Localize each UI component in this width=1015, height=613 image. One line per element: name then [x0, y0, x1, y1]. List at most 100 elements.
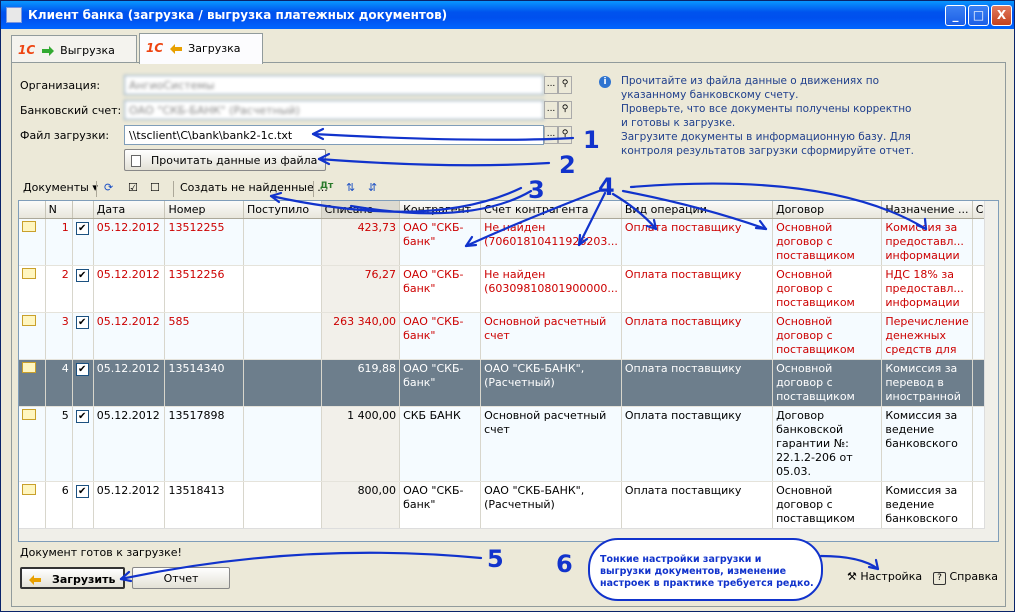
row-counterparty-account[interactable]: Не найден (60309810801900000... — [480, 265, 622, 313]
row-spent[interactable]: 800,00 — [321, 481, 401, 529]
row-purpose[interactable]: Комиссия за перевод в иностранной — [881, 359, 973, 407]
column-header[interactable]: Номер — [164, 201, 244, 219]
row-doc-icon[interactable] — [19, 218, 46, 266]
row-doc-icon[interactable] — [19, 265, 46, 313]
row-contract[interactable]: Основной договор с поставщиком — [772, 312, 883, 360]
row-doc-icon[interactable] — [19, 359, 46, 407]
row-date[interactable]: 05.12.2012 — [93, 218, 166, 266]
row-purpose[interactable]: Комиссия за предоставл... информации — [881, 218, 973, 266]
row-received[interactable] — [243, 218, 322, 266]
table-row[interactable]: 6 ✔ 05.12.2012 13518413 800,00 ОАО "СКБ-банк"… — [19, 481, 998, 529]
row-date[interactable]: 05.12.2012 — [93, 265, 166, 313]
row-counterparty[interactable]: ОАО "СКБ-банк" — [399, 481, 482, 529]
checkbox-checked-icon[interactable]: ✔ — [75, 363, 89, 376]
documents-menu[interactable]: Документы ▾ — [23, 181, 98, 194]
row-counterparty-account[interactable]: ОАО "СКБ-БАНК", (Расчетный) — [480, 359, 622, 407]
row-counterparty[interactable]: ОАО "СКБ-банк" — [399, 265, 482, 313]
row-contract[interactable]: Основной договор с поставщиком — [772, 218, 883, 266]
column-header[interactable] — [72, 201, 94, 219]
table-row[interactable]: 5 ✔ 05.12.2012 13517898 1 400,00 СКБ БАНК Осно… — [19, 406, 998, 482]
row-spent[interactable]: 76,27 — [321, 265, 401, 313]
column-header[interactable]: Дата — [93, 201, 166, 219]
minimize-button[interactable]: _ — [945, 5, 966, 26]
row-spent[interactable]: 423,73 — [321, 218, 401, 266]
load-button[interactable]: Загрузить — [20, 567, 125, 589]
row-checkbox[interactable]: ✔ — [72, 406, 94, 482]
bank-account-select-button[interactable]: ... — [544, 101, 558, 119]
row-received[interactable] — [243, 359, 322, 407]
column-header[interactable] — [19, 201, 46, 219]
row-counterparty[interactable]: СКБ БАНК — [399, 406, 482, 482]
row-spent[interactable]: 1 400,00 — [321, 406, 401, 482]
row-operation[interactable]: Оплата поставщику — [621, 406, 774, 482]
row-doc-number[interactable]: 13512255 — [164, 218, 244, 266]
report-button[interactable]: Отчет — [132, 567, 230, 589]
row-number[interactable]: 3 — [45, 312, 73, 360]
checkbox-checked-icon[interactable]: ✔ — [75, 410, 89, 423]
row-checkbox[interactable]: ✔ — [72, 312, 94, 360]
row-operation[interactable]: Оплата поставщику — [621, 265, 774, 313]
row-doc-icon[interactable] — [19, 406, 46, 482]
row-date[interactable]: 05.12.2012 — [93, 312, 166, 360]
column-header[interactable]: Вид операции — [621, 201, 774, 219]
table-row[interactable]: 1 ✔ 05.12.2012 13512255 423,73 ОАО "СКБ-банк"… — [19, 218, 998, 266]
column-header[interactable]: Счет контрагента — [480, 201, 622, 219]
row-doc-number[interactable]: 585 — [164, 312, 244, 360]
row-purpose[interactable]: Комиссия за ведение банковского — [881, 481, 973, 529]
checkbox-checked-icon[interactable]: ✔ — [75, 316, 89, 329]
row-purpose[interactable]: НДС 18% за предоставл... информации — [881, 265, 973, 313]
debit-credit-icon[interactable]: Дт — [320, 181, 333, 191]
row-counterparty-account[interactable]: ОАО "СКБ-БАНК", (Расчетный) — [480, 481, 622, 529]
row-operation[interactable]: Оплата поставщику — [621, 359, 774, 407]
row-contract[interactable]: Основной договор с поставщиком — [772, 265, 883, 313]
maximize-button[interactable]: □ — [968, 5, 989, 26]
bank-account-search-icon[interactable]: ⚲ — [558, 101, 572, 119]
row-checkbox[interactable]: ✔ — [72, 218, 94, 266]
row-number[interactable]: 6 — [45, 481, 73, 529]
sort-ascending-icon[interactable]: ⇅ — [346, 181, 355, 194]
row-counterparty-account[interactable]: Основной расчетный счет — [480, 312, 622, 360]
row-counterparty-account[interactable]: Не найден (70601810411926203... — [480, 218, 622, 266]
row-operation[interactable]: Оплата поставщику — [621, 218, 774, 266]
row-number[interactable]: 1 — [45, 218, 73, 266]
horizontal-scrollbar[interactable] — [19, 528, 985, 541]
organization-field[interactable]: АнгиоСистемы — [124, 75, 544, 95]
tab-export[interactable]: 1С Выгрузка — [11, 35, 137, 63]
row-contract[interactable]: Основной договор с поставщиком — [772, 481, 883, 529]
row-received[interactable] — [243, 312, 322, 360]
table-row[interactable]: 2 ✔ 05.12.2012 13512256 76,27 ОАО "СКБ-банк" … — [19, 265, 998, 313]
title-bar[interactable]: Клиент банка (загрузка / выгрузка платеж… — [1, 1, 1014, 29]
refresh-icon[interactable]: ⟳ — [104, 181, 113, 194]
sort-descending-icon[interactable]: ⇵ — [368, 181, 377, 194]
tab-import[interactable]: 1С Загрузка — [139, 33, 263, 64]
organization-search-icon[interactable]: ⚲ — [558, 76, 572, 94]
settings-button[interactable]: ⚒ Настройка — [841, 566, 922, 588]
row-spent[interactable]: 263 340,00 — [321, 312, 401, 360]
row-date[interactable]: 05.12.2012 — [93, 481, 166, 529]
row-counterparty[interactable]: ОАО "СКБ-банк" — [399, 359, 482, 407]
row-date[interactable]: 05.12.2012 — [93, 406, 166, 482]
row-received[interactable] — [243, 265, 322, 313]
row-doc-icon[interactable] — [19, 481, 46, 529]
row-doc-number[interactable]: 13518413 — [164, 481, 244, 529]
row-number[interactable]: 2 — [45, 265, 73, 313]
row-received[interactable] — [243, 481, 322, 529]
row-number[interactable]: 4 — [45, 359, 73, 407]
row-doc-number[interactable]: 13512256 — [164, 265, 244, 313]
checkbox-checked-icon[interactable]: ✔ — [75, 222, 89, 235]
check-all-icon[interactable]: ☑ — [128, 181, 138, 194]
read-file-button[interactable]: Прочитать данные из файла — [124, 149, 326, 171]
column-header[interactable]: Поступило — [243, 201, 322, 219]
create-missing-button[interactable]: Создать не найденные ... — [180, 181, 328, 194]
vertical-scrollbar[interactable] — [984, 201, 998, 541]
column-header[interactable]: Договор — [772, 201, 883, 219]
checkbox-checked-icon[interactable]: ✔ — [75, 269, 89, 282]
row-spent[interactable]: 619,88 — [321, 359, 401, 407]
row-checkbox[interactable]: ✔ — [72, 359, 94, 407]
row-checkbox[interactable]: ✔ — [72, 265, 94, 313]
row-contract[interactable]: Договор банковской гарантии №: 22.1.2-20… — [772, 406, 883, 482]
column-header[interactable]: Назначение ... — [881, 201, 973, 219]
row-counterparty-account[interactable]: Основной расчетный счет — [480, 406, 622, 482]
row-doc-icon[interactable] — [19, 312, 46, 360]
row-counterparty[interactable]: ОАО "СКБ-банк" — [399, 312, 482, 360]
